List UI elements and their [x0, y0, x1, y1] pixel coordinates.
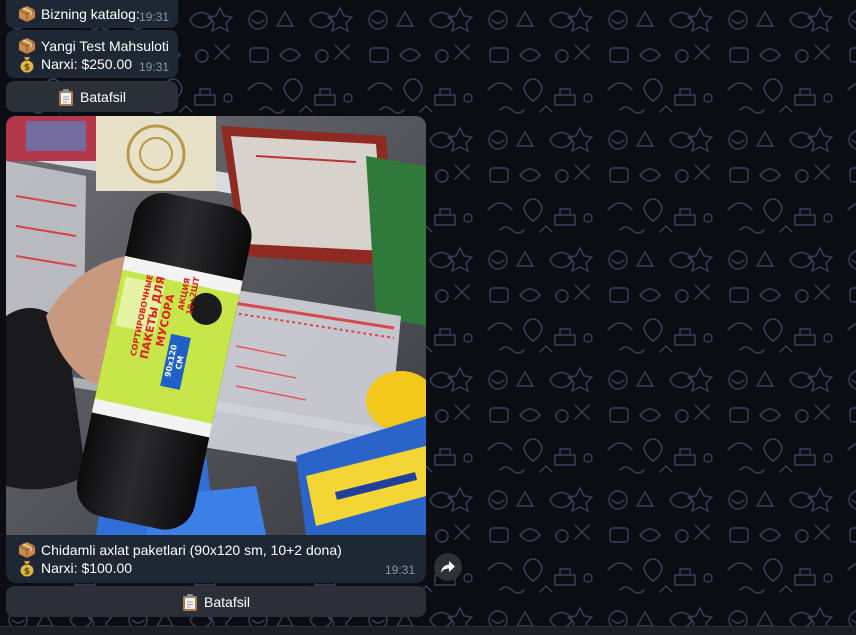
details-button[interactable]: Batafsil: [6, 81, 178, 112]
svg-text:$: $: [24, 567, 30, 577]
message-time: 19:31: [138, 10, 169, 24]
button-label: Batafsil: [204, 593, 250, 610]
package-icon: [18, 37, 36, 55]
package-icon: [18, 5, 36, 23]
clipboard-icon: [182, 593, 198, 611]
product-title: Chidamli axlat paketlari (90x120 sm, 10+…: [41, 542, 342, 558]
product-photo[interactable]: СОРТИРОВОЧНЫЕ ПАКЕТЫ ДЛЯ МУСОРА 90x120 С…: [6, 116, 426, 535]
product-price: Narxi: $250.00: [41, 56, 133, 72]
money-bag-icon: $: [18, 559, 36, 577]
message-time: 19:31: [138, 60, 169, 74]
product-message-bubble: Yangi Test Mahsuloti $ Narxi: $250.00 19…: [6, 30, 178, 78]
details-button[interactable]: Batafsil: [6, 586, 426, 617]
clipboard-icon: [58, 88, 74, 106]
product-caption-bubble: Chidamli axlat paketlari (90x120 sm, 10+…: [6, 535, 426, 583]
button-label: Batafsil: [80, 88, 126, 105]
package-icon: [18, 541, 36, 559]
share-arrow-icon: [441, 561, 455, 573]
catalog-message-bubble: Bizning katalog: 19:31: [6, 0, 178, 28]
product-price: Narxi: $100.00: [41, 560, 133, 576]
message-time: 19:31: [384, 563, 415, 577]
svg-text:$: $: [24, 63, 30, 73]
share-button[interactable]: [434, 553, 462, 581]
composer-bar-edge: [0, 626, 856, 635]
product-title: Yangi Test Mahsuloti: [41, 38, 169, 54]
money-bag-icon: $: [18, 55, 36, 73]
message-text: Bizning katalog:: [41, 6, 140, 22]
